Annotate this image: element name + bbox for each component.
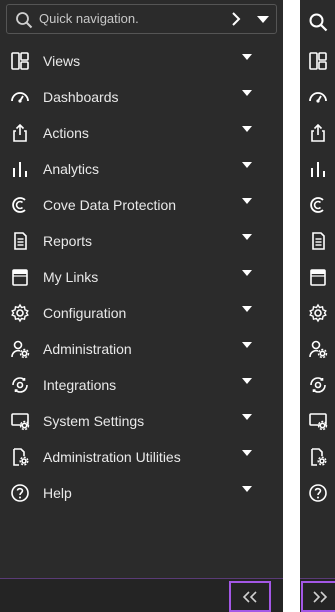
views-icon[interactable] bbox=[308, 51, 328, 71]
nav-panel-collapsed bbox=[300, 0, 335, 612]
nav-item-reports[interactable]: Reports bbox=[0, 223, 283, 259]
nav-item-system-settings[interactable]: System Settings bbox=[0, 403, 283, 439]
nav-item-label: Cove Data Protection bbox=[43, 197, 177, 213]
reports-icon[interactable] bbox=[308, 231, 328, 251]
cove-icon bbox=[10, 195, 30, 215]
administration-icon[interactable] bbox=[308, 339, 328, 359]
search-icon bbox=[15, 11, 33, 29]
search-input[interactable]: Quick navigation. bbox=[39, 11, 139, 27]
nav-item-label: Help bbox=[43, 485, 72, 501]
nav-item-configuration[interactable]: Configuration bbox=[0, 295, 283, 331]
dropdown-caret-icon[interactable] bbox=[257, 16, 269, 24]
dashboards-icon bbox=[10, 87, 30, 107]
nav-item-label: Analytics bbox=[43, 161, 100, 177]
configuration-icon[interactable] bbox=[308, 303, 328, 323]
nav-item-analytics[interactable]: Analytics bbox=[0, 151, 283, 187]
integrations-icon[interactable] bbox=[308, 375, 328, 395]
nav-item-cove[interactable]: Cove Data Protection bbox=[0, 187, 283, 223]
system-settings-icon bbox=[10, 411, 30, 431]
expand-caret-icon[interactable] bbox=[242, 198, 252, 205]
nav-item-administration[interactable]: Administration bbox=[0, 331, 283, 367]
reports-icon bbox=[10, 231, 30, 251]
analytics-icon[interactable] bbox=[308, 159, 328, 179]
nav-item-admin-utilities[interactable]: Administration Utilities bbox=[0, 439, 283, 475]
actions-icon[interactable] bbox=[308, 123, 328, 143]
nav-item-label: System Settings bbox=[43, 413, 145, 429]
expand-caret-icon[interactable] bbox=[242, 342, 252, 349]
search-icon[interactable] bbox=[308, 12, 328, 32]
nav-item-label: Dashboards bbox=[43, 89, 119, 105]
expand-caret-icon[interactable] bbox=[242, 414, 252, 421]
nav-item-label: My Links bbox=[43, 269, 99, 285]
analytics-icon bbox=[10, 159, 30, 179]
expand-caret-icon[interactable] bbox=[242, 54, 252, 61]
help-icon bbox=[10, 483, 30, 503]
nav-item-dashboards[interactable]: Dashboards bbox=[0, 79, 283, 115]
views-icon bbox=[10, 51, 30, 71]
quick-navigation-search[interactable]: Quick navigation. bbox=[6, 4, 277, 34]
expand-caret-icon[interactable] bbox=[242, 270, 252, 277]
nav-item-actions[interactable]: Actions bbox=[0, 115, 283, 151]
collapse-nav-button[interactable] bbox=[229, 581, 271, 612]
chevron-right-icon[interactable] bbox=[229, 12, 243, 26]
cove-icon[interactable] bbox=[308, 195, 328, 215]
expand-caret-icon[interactable] bbox=[242, 162, 252, 169]
nav-item-label: Integrations bbox=[43, 377, 117, 393]
configuration-icon bbox=[10, 303, 30, 323]
nav-item-label: Administration bbox=[43, 341, 132, 357]
nav-item-label: Administration Utilities bbox=[43, 449, 181, 465]
expand-caret-icon[interactable] bbox=[242, 378, 252, 385]
nav-item-label: Reports bbox=[43, 233, 93, 249]
expand-caret-icon[interactable] bbox=[242, 486, 252, 493]
admin-utilities-icon bbox=[10, 447, 30, 467]
expand-caret-icon[interactable] bbox=[242, 450, 252, 457]
links-icon bbox=[10, 267, 30, 287]
expand-caret-icon[interactable] bbox=[242, 90, 252, 97]
double-chevron-right-icon bbox=[312, 591, 328, 603]
integrations-icon bbox=[10, 375, 30, 395]
links-icon[interactable] bbox=[308, 267, 328, 287]
nav-item-views[interactable]: Views bbox=[0, 43, 283, 79]
admin-utilities-icon[interactable] bbox=[308, 447, 328, 467]
nav-item-links[interactable]: My Links bbox=[0, 259, 283, 295]
expand-caret-icon[interactable] bbox=[242, 306, 252, 313]
actions-icon bbox=[10, 123, 30, 143]
double-chevron-left-icon bbox=[242, 591, 258, 603]
nav-item-label: Views bbox=[43, 53, 81, 69]
expand-caret-icon[interactable] bbox=[242, 126, 252, 133]
system-settings-icon[interactable] bbox=[308, 411, 328, 431]
nav-panel-expanded: Quick navigation. Views Dashboards Actio… bbox=[0, 0, 283, 612]
nav-item-help[interactable]: Help bbox=[0, 475, 283, 511]
nav-item-integrations[interactable]: Integrations bbox=[0, 367, 283, 403]
expand-nav-button[interactable] bbox=[301, 581, 335, 612]
administration-icon bbox=[10, 339, 30, 359]
dashboards-icon[interactable] bbox=[308, 87, 328, 107]
nav-item-label: Configuration bbox=[43, 305, 127, 321]
help-icon[interactable] bbox=[308, 483, 328, 503]
nav-item-label: Actions bbox=[43, 125, 89, 141]
expand-caret-icon[interactable] bbox=[242, 234, 252, 241]
